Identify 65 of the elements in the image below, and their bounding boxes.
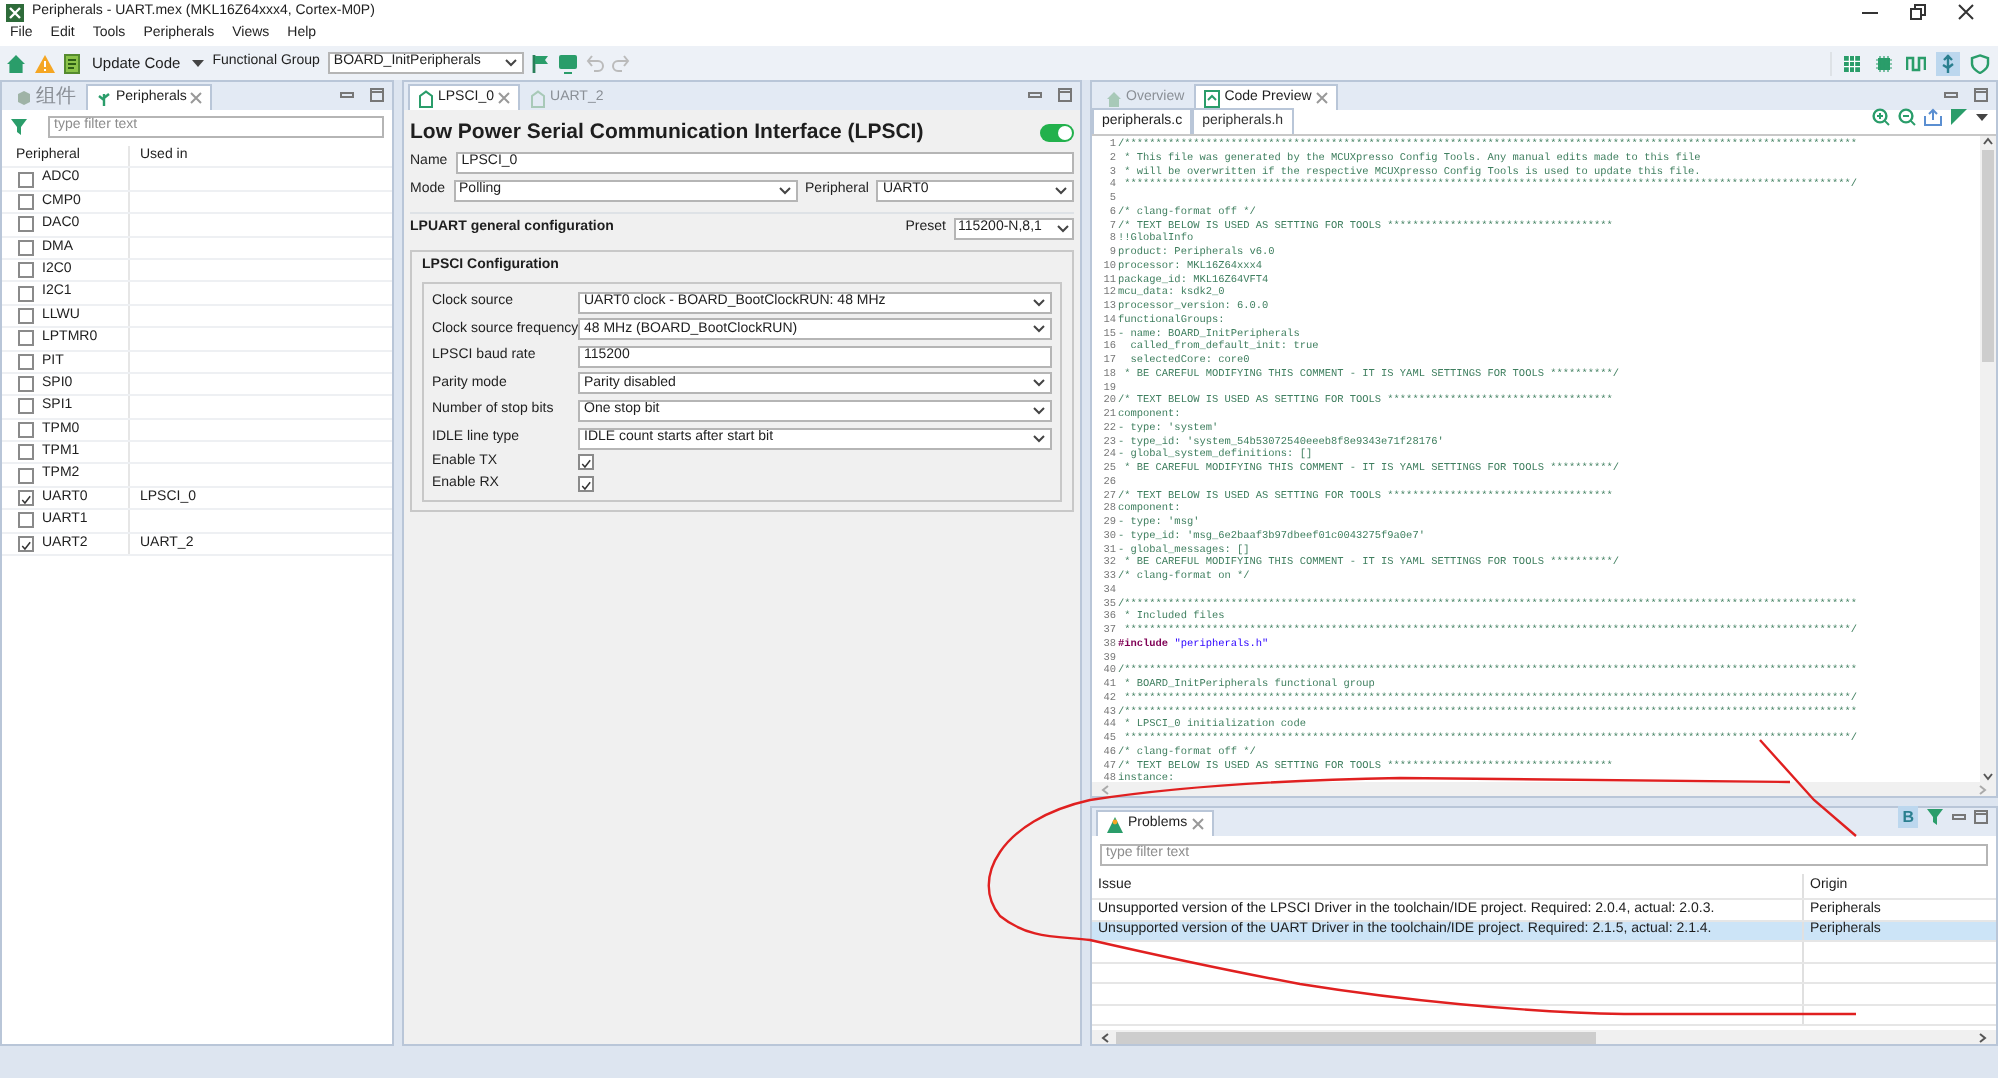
checkbox[interactable]	[18, 285, 34, 302]
checkbox[interactable]	[18, 535, 34, 552]
caret-icon[interactable]	[192, 59, 205, 67]
caret-icon	[503, 58, 518, 68]
checkbox[interactable]	[578, 476, 594, 493]
caret-icon	[1032, 406, 1046, 417]
warning-icon	[1106, 815, 1124, 833]
maximize-icon[interactable]	[1974, 810, 1988, 824]
checkbox[interactable]	[18, 490, 34, 507]
component-title: Low Power Serial Communication Interface (LPSCI)	[410, 120, 926, 146]
chip-icon[interactable]	[1874, 53, 1894, 73]
shield-icon[interactable]	[1970, 53, 1990, 73]
pin-icon	[96, 90, 112, 106]
checkbox[interactable]	[18, 376, 34, 393]
arrow-left-icon[interactable]	[1100, 1031, 1110, 1043]
maximize-icon[interactable]	[1058, 88, 1072, 102]
caret-icon	[1056, 223, 1070, 233]
checkbox[interactable]	[18, 444, 34, 461]
filter-icon[interactable]	[1926, 808, 1944, 826]
caret-icon	[1032, 433, 1046, 444]
document-icon[interactable]	[64, 53, 80, 73]
house-icon	[418, 89, 434, 107]
checkbox[interactable]	[18, 307, 34, 324]
document-icon	[1204, 89, 1221, 107]
caret-icon	[777, 185, 792, 195]
home-icon[interactable]	[6, 53, 26, 73]
checkbox[interactable]	[18, 239, 34, 256]
pin-icon[interactable]	[1938, 53, 1958, 73]
home-icon	[1106, 89, 1122, 107]
checkbox[interactable]	[18, 216, 34, 233]
checkbox[interactable]	[18, 330, 34, 347]
scrollbar[interactable]	[1980, 136, 1996, 782]
arrow-down-icon[interactable]	[1982, 772, 1994, 782]
maximize-icon[interactable]	[1974, 88, 1988, 102]
checkbox[interactable]	[18, 398, 34, 415]
grid-icon[interactable]	[1842, 53, 1862, 73]
wave-icon[interactable]	[1906, 53, 1926, 73]
cube-icon	[16, 90, 32, 106]
scrollbar[interactable]	[1092, 1030, 1996, 1044]
maximize-icon[interactable]	[370, 88, 384, 102]
arrow-right-icon[interactable]	[1978, 1031, 1988, 1043]
checkbox[interactable]	[18, 512, 34, 529]
zoom-in-icon[interactable]	[1872, 108, 1890, 126]
warning-icon[interactable]	[34, 53, 56, 73]
arrow-up-icon[interactable]	[1982, 136, 1994, 146]
caret-icon	[1054, 185, 1068, 195]
caret-icon	[1032, 378, 1046, 389]
checkbox[interactable]	[18, 262, 34, 279]
zoom-out-icon[interactable]	[1898, 108, 1916, 126]
caret-icon	[1032, 297, 1046, 308]
flag-icon[interactable]	[531, 53, 550, 73]
checkbox[interactable]	[18, 171, 34, 188]
house-icon	[530, 89, 547, 107]
caret-icon	[1032, 324, 1046, 335]
close-icon[interactable]	[1958, 4, 1974, 20]
checkbox[interactable]	[18, 421, 34, 438]
checkbox[interactable]	[18, 467, 34, 484]
checkbox[interactable]	[18, 353, 34, 370]
filter-icon[interactable]	[10, 117, 28, 135]
restore-icon[interactable]	[1910, 4, 1926, 20]
checkbox[interactable]	[18, 193, 34, 210]
checkbox[interactable]	[578, 454, 594, 471]
monitor-icon[interactable]	[557, 53, 578, 73]
toggle-switch[interactable]	[1040, 124, 1074, 142]
export-icon[interactable]	[1924, 108, 1942, 126]
